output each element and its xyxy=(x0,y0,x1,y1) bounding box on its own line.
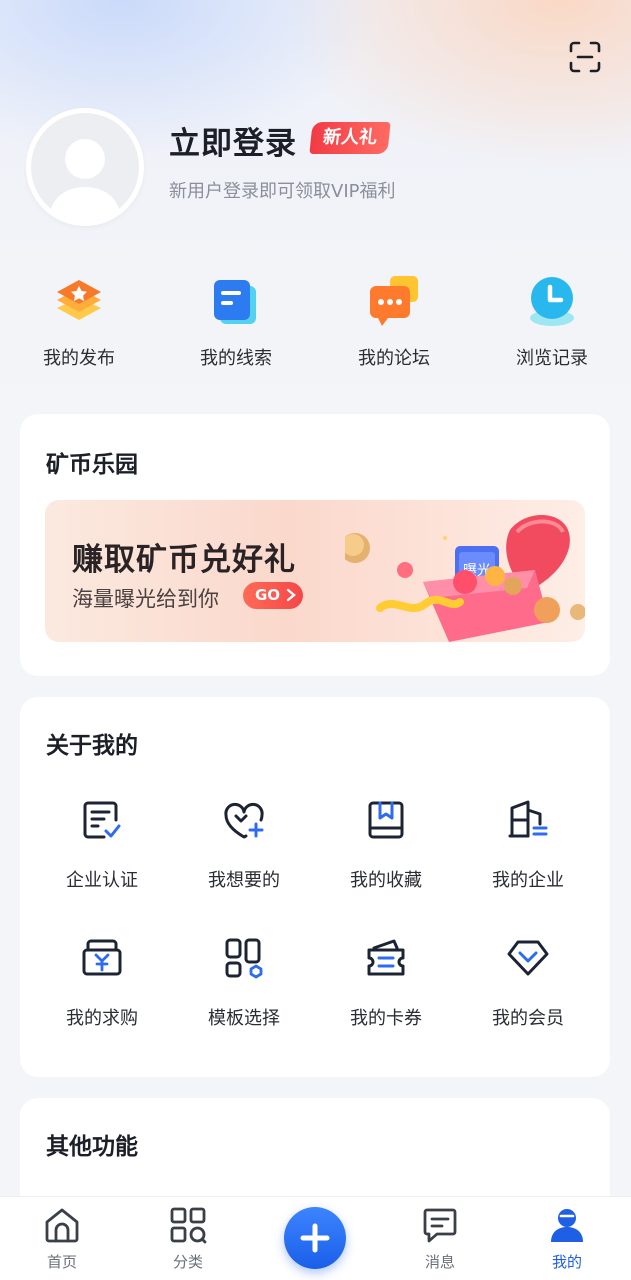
quick-action-publish[interactable]: 我的发布 xyxy=(9,272,149,370)
certificate-icon xyxy=(80,798,124,842)
grid-item-label: 模板选择 xyxy=(208,1008,280,1029)
go-button[interactable]: GO xyxy=(243,582,304,609)
template-icon xyxy=(222,936,266,980)
history-clock-icon xyxy=(522,272,582,332)
avatar[interactable] xyxy=(26,108,144,226)
quick-action-label: 我的论坛 xyxy=(358,348,430,369)
login-subtitle: 新用户登录即可领取VIP福利 xyxy=(169,181,396,202)
tab-category[interactable]: 分类 xyxy=(138,1205,238,1272)
tab-label: 消息 xyxy=(424,1253,455,1271)
grid-item-coupons[interactable]: 我的卡券 xyxy=(315,936,457,1030)
section-title: 关于我的 xyxy=(46,733,138,759)
bookmark-icon xyxy=(364,798,408,842)
purchase-icon xyxy=(80,936,124,980)
grid-item-label: 我的卡券 xyxy=(350,1008,422,1029)
building-icon xyxy=(506,798,550,842)
plus-icon xyxy=(300,1223,330,1253)
message-icon xyxy=(420,1205,460,1245)
grid-item-label: 我的会员 xyxy=(492,1008,564,1029)
scan-icon[interactable] xyxy=(568,40,602,74)
grid-item-membership[interactable]: 我的会员 xyxy=(457,936,599,1030)
coupon-icon xyxy=(364,936,408,980)
section-title: 矿币乐园 xyxy=(46,452,138,478)
grid-item-label: 我的收藏 xyxy=(350,870,422,891)
login-title[interactable]: 立即登录 xyxy=(169,118,297,163)
grid-item-label: 我的求购 xyxy=(66,1008,138,1029)
grid-item-enterprise-cert[interactable]: 企业认证 xyxy=(31,798,173,892)
clue-icon xyxy=(206,272,266,332)
promo-banner[interactable]: 赚取矿币兑好礼 海量曝光给到你 GO 曝光 xyxy=(45,500,585,642)
quick-action-label: 浏览记录 xyxy=(516,348,588,369)
grid-item-enterprise[interactable]: 我的企业 xyxy=(457,798,599,892)
tab-label: 我的 xyxy=(551,1253,582,1271)
quick-action-label: 我的发布 xyxy=(43,348,115,369)
tab-home[interactable]: 首页 xyxy=(12,1205,112,1272)
gift-box-illustration: 曝光 xyxy=(345,515,585,642)
forum-icon xyxy=(364,272,424,332)
publish-plus-button[interactable] xyxy=(284,1207,346,1269)
banner-title: 赚取矿币兑好礼 xyxy=(72,542,296,578)
category-icon xyxy=(168,1205,208,1245)
quick-action-history[interactable]: 浏览记录 xyxy=(482,272,622,370)
quick-action-forum[interactable]: 我的论坛 xyxy=(324,272,464,370)
tab-mine[interactable]: 我的 xyxy=(517,1205,617,1272)
grid-item-purchase[interactable]: 我的求购 xyxy=(31,936,173,1030)
go-label: GO xyxy=(255,586,281,604)
tab-label: 首页 xyxy=(46,1253,77,1271)
grid-item-label: 我想要的 xyxy=(208,870,280,891)
grid-item-label: 我的企业 xyxy=(492,870,564,891)
publish-icon xyxy=(49,272,109,332)
mine-park-card: 矿币乐园 赚取矿币兑好礼 海量曝光给到你 GO 曝光 xyxy=(20,414,610,676)
quick-action-clue[interactable]: 我的线索 xyxy=(166,272,306,370)
grid-item-wanted[interactable]: 我想要的 xyxy=(173,798,315,892)
about-me-card: 关于我的 企业认证 我想要的 我的收藏 我的企业 我的求购 模板选择 我的卡券 … xyxy=(20,697,610,1077)
banner-subtitle: 海量曝光给到你 xyxy=(72,587,219,611)
grid-item-template[interactable]: 模板选择 xyxy=(173,936,315,1030)
new-user-badge: 新人礼 xyxy=(309,122,391,154)
default-avatar-icon xyxy=(49,139,121,221)
chevron-right-icon xyxy=(287,588,297,602)
tab-messages[interactable]: 消息 xyxy=(390,1205,490,1272)
section-title: 其他功能 xyxy=(46,1134,138,1160)
tab-label: 分类 xyxy=(172,1253,203,1271)
vip-diamond-icon xyxy=(506,936,550,980)
home-icon xyxy=(42,1205,82,1245)
grid-item-favorites[interactable]: 我的收藏 xyxy=(315,798,457,892)
heart-plus-icon xyxy=(222,798,266,842)
grid-item-label: 企业认证 xyxy=(66,870,138,891)
quick-action-label: 我的线索 xyxy=(200,348,272,369)
user-icon xyxy=(547,1205,587,1245)
